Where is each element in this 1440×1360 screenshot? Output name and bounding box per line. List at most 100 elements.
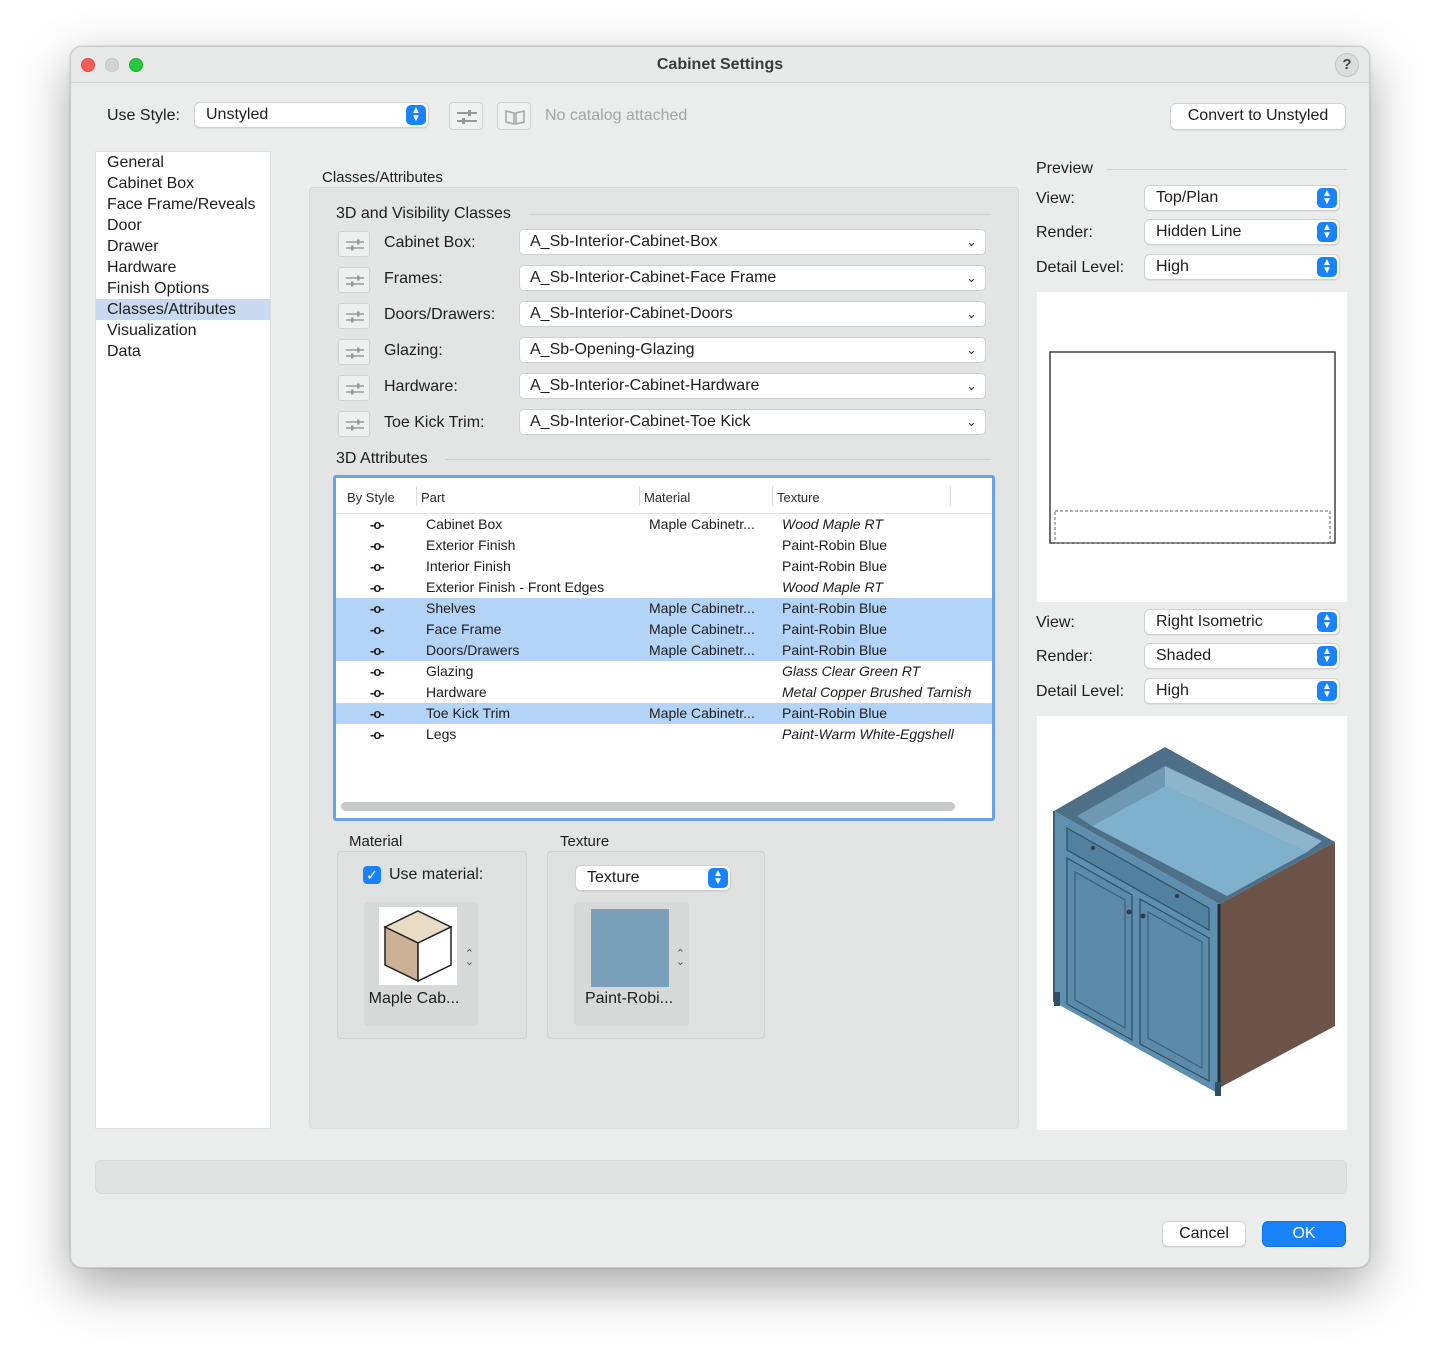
class-dropdown[interactable]: A_Sb-Interior-Cabinet-Toe Kick ⌄ xyxy=(519,409,986,435)
column-header-part[interactable]: Part xyxy=(421,490,445,505)
status-bar xyxy=(95,1160,1347,1194)
preview-top-render-popup[interactable]: Hidden Line ▲ ▼ xyxy=(1144,219,1340,245)
horizontal-scrollbar[interactable] xyxy=(341,802,955,811)
by-style-icon[interactable]: -o- xyxy=(370,514,394,535)
chevron-down-icon: ⌄ xyxy=(966,342,977,357)
up-down-arrows-icon: ▲ ▼ xyxy=(1317,646,1337,666)
swatch-stepper-icon[interactable]: ⌃ ⌄ xyxy=(676,949,685,968)
preview-top-render-label: Render: xyxy=(1036,224,1093,241)
part-cell: Toe Kick Trim xyxy=(426,705,511,721)
sidebar-item-face-frame-reveals[interactable]: Face Frame/Reveals xyxy=(96,194,270,215)
column-separator[interactable] xyxy=(639,486,640,506)
chevron-down-icon: ⌄ xyxy=(966,378,977,393)
table-row[interactable]: -o- Hardware Metal Copper Brushed Tarnish xyxy=(336,682,992,703)
class-options-button[interactable] xyxy=(338,231,370,257)
ok-button[interactable]: OK xyxy=(1262,1221,1346,1247)
preview-top-detail-popup[interactable]: High ▲ ▼ xyxy=(1144,254,1340,280)
class-value: A_Sb-Interior-Cabinet-Box xyxy=(530,233,718,250)
class-dropdown[interactable]: A_Sb-Interior-Cabinet-Doors ⌄ xyxy=(519,301,986,327)
class-value: A_Sb-Interior-Cabinet-Toe Kick xyxy=(530,413,751,430)
swatch-stepper-icon[interactable]: ⌃ ⌄ xyxy=(465,949,474,968)
sidebar-item-hardware[interactable]: Hardware xyxy=(96,257,270,278)
table-row[interactable]: -o- Interior Finish Paint-Robin Blue xyxy=(336,556,992,577)
class-dropdown[interactable]: A_Sb-Interior-Cabinet-Box ⌄ xyxy=(519,229,986,255)
title-bar: Cabinet Settings ? xyxy=(71,47,1369,83)
attributes-table[interactable]: By Style Part Material Texture -o- Cabine… xyxy=(333,475,995,821)
by-style-icon[interactable]: -o- xyxy=(370,535,394,556)
material-swatch-name: Maple Cab... xyxy=(368,990,460,1007)
preview-top-plan-canvas xyxy=(1037,292,1347,602)
use-material-checkbox[interactable]: ✓ xyxy=(363,866,381,884)
by-style-icon[interactable]: -o- xyxy=(370,577,394,598)
table-row[interactable]: -o- Shelves Maple Cabinetr... Paint-Robin B… xyxy=(336,598,992,619)
material-cell: Maple Cabinetr... xyxy=(649,621,755,637)
sidebar-item-finish-options[interactable]: Finish Options xyxy=(96,278,270,299)
class-options-button[interactable] xyxy=(338,339,370,365)
by-style-icon[interactable]: -o- xyxy=(370,598,394,619)
sidebar-item-drawer[interactable]: Drawer xyxy=(96,236,270,257)
column-header-texture[interactable]: Texture xyxy=(777,490,820,505)
sidebar-item-classes-attributes[interactable]: Classes/Attributes xyxy=(96,299,270,320)
class-options-button[interactable] xyxy=(338,267,370,293)
material-swatch-button[interactable]: ⌃ ⌄ Maple Cab... xyxy=(364,902,478,1026)
use-style-label: Use Style: xyxy=(107,107,180,124)
table-row[interactable]: -o- Toe Kick Trim Maple Cabinetr... Paint-R… xyxy=(336,703,992,724)
class-value: A_Sb-Interior-Cabinet-Face Frame xyxy=(530,269,777,286)
by-style-icon[interactable]: -o- xyxy=(370,682,394,703)
texture-cell: Wood Maple RT xyxy=(782,579,883,595)
sliders-icon xyxy=(346,347,364,359)
sidebar-item-cabinet-box[interactable]: Cabinet Box xyxy=(96,173,270,194)
style-settings-button[interactable] xyxy=(449,102,483,130)
convert-to-unstyled-button[interactable]: Convert to Unstyled xyxy=(1170,103,1346,130)
preview-bottom-render-popup[interactable]: Shaded ▲ ▼ xyxy=(1144,643,1340,669)
by-style-icon[interactable]: -o- xyxy=(370,703,394,724)
class-options-button[interactable] xyxy=(338,303,370,329)
preview-bottom-detail-popup[interactable]: High ▲ ▼ xyxy=(1144,678,1340,704)
texture-cell: Paint-Robin Blue xyxy=(782,705,888,721)
class-options-button[interactable] xyxy=(338,375,370,401)
sidebar-item-general[interactable]: General xyxy=(96,152,270,173)
texture-swatch-button[interactable]: ⌃ ⌄ Paint-Robi... xyxy=(574,902,689,1026)
by-style-icon[interactable]: -o- xyxy=(370,661,394,682)
texture-cell: Glass Clear Green RT xyxy=(782,663,921,679)
by-style-icon[interactable]: -o- xyxy=(370,724,394,745)
preview-top-view-label: View: xyxy=(1036,190,1075,207)
catalog-button[interactable] xyxy=(497,102,531,130)
table-row[interactable]: -o- Doors/Drawers Maple Cabinetr... Paint-R… xyxy=(336,640,992,661)
up-down-arrows-icon: ▲ ▼ xyxy=(406,105,426,125)
sidebar-item-visualization[interactable]: Visualization xyxy=(96,320,270,341)
table-row[interactable]: -o- Legs Paint-Warm White-Eggshell xyxy=(336,724,992,745)
use-style-popup[interactable]: Unstyled ▲ ▼ xyxy=(194,102,429,128)
preview-bottom-render-label: Render: xyxy=(1036,648,1093,665)
column-header-by-style[interactable]: By Style xyxy=(347,490,395,505)
texture-type-popup[interactable]: Texture ▲ ▼ xyxy=(575,865,731,891)
class-dropdown[interactable]: A_Sb-Interior-Cabinet-Hardware ⌄ xyxy=(519,373,986,399)
sidebar-item-door[interactable]: Door xyxy=(96,215,270,236)
part-cell: Legs xyxy=(426,726,457,742)
by-style-icon[interactable]: -o- xyxy=(370,619,394,640)
class-dropdown[interactable]: A_Sb-Interior-Cabinet-Face Frame ⌄ xyxy=(519,265,986,291)
help-button[interactable]: ? xyxy=(1335,53,1359,77)
cancel-button[interactable]: Cancel xyxy=(1162,1221,1246,1247)
preview-top-view-value: Top/Plan xyxy=(1156,189,1219,206)
column-header-material[interactable]: Material xyxy=(644,490,690,505)
column-separator[interactable] xyxy=(416,486,417,506)
by-style-icon[interactable]: -o- xyxy=(370,640,394,661)
class-dropdown[interactable]: A_Sb-Opening-Glazing ⌄ xyxy=(519,337,986,363)
column-separator[interactable] xyxy=(772,486,773,506)
texture-cell: Paint-Robin Blue xyxy=(782,642,888,658)
texture-cell: Paint-Warm White-Eggshell xyxy=(782,726,954,742)
class-options-button[interactable] xyxy=(338,411,370,437)
preview-bottom-view-popup[interactable]: Right Isometric ▲ ▼ xyxy=(1144,609,1340,635)
table-row[interactable]: -o- Glazing Glass Clear Green RT xyxy=(336,661,992,682)
sidebar-item-data[interactable]: Data xyxy=(96,341,270,362)
table-row[interactable]: -o- Exterior Finish - Front Edges Wood Map… xyxy=(336,577,992,598)
preview-top-detail-label: Detail Level: xyxy=(1036,259,1125,276)
chevron-down-icon: ⌄ xyxy=(966,270,977,285)
column-separator[interactable] xyxy=(950,486,951,506)
by-style-icon[interactable]: -o- xyxy=(370,556,394,577)
table-row[interactable]: -o- Face Frame Maple Cabinetr... Paint-Robi… xyxy=(336,619,992,640)
preview-top-view-popup[interactable]: Top/Plan ▲ ▼ xyxy=(1144,185,1340,211)
table-row[interactable]: -o- Exterior Finish Paint-Robin Blue xyxy=(336,535,992,556)
table-row[interactable]: -o- Cabinet Box Maple Cabinetr... Wood Mapl… xyxy=(336,514,992,535)
